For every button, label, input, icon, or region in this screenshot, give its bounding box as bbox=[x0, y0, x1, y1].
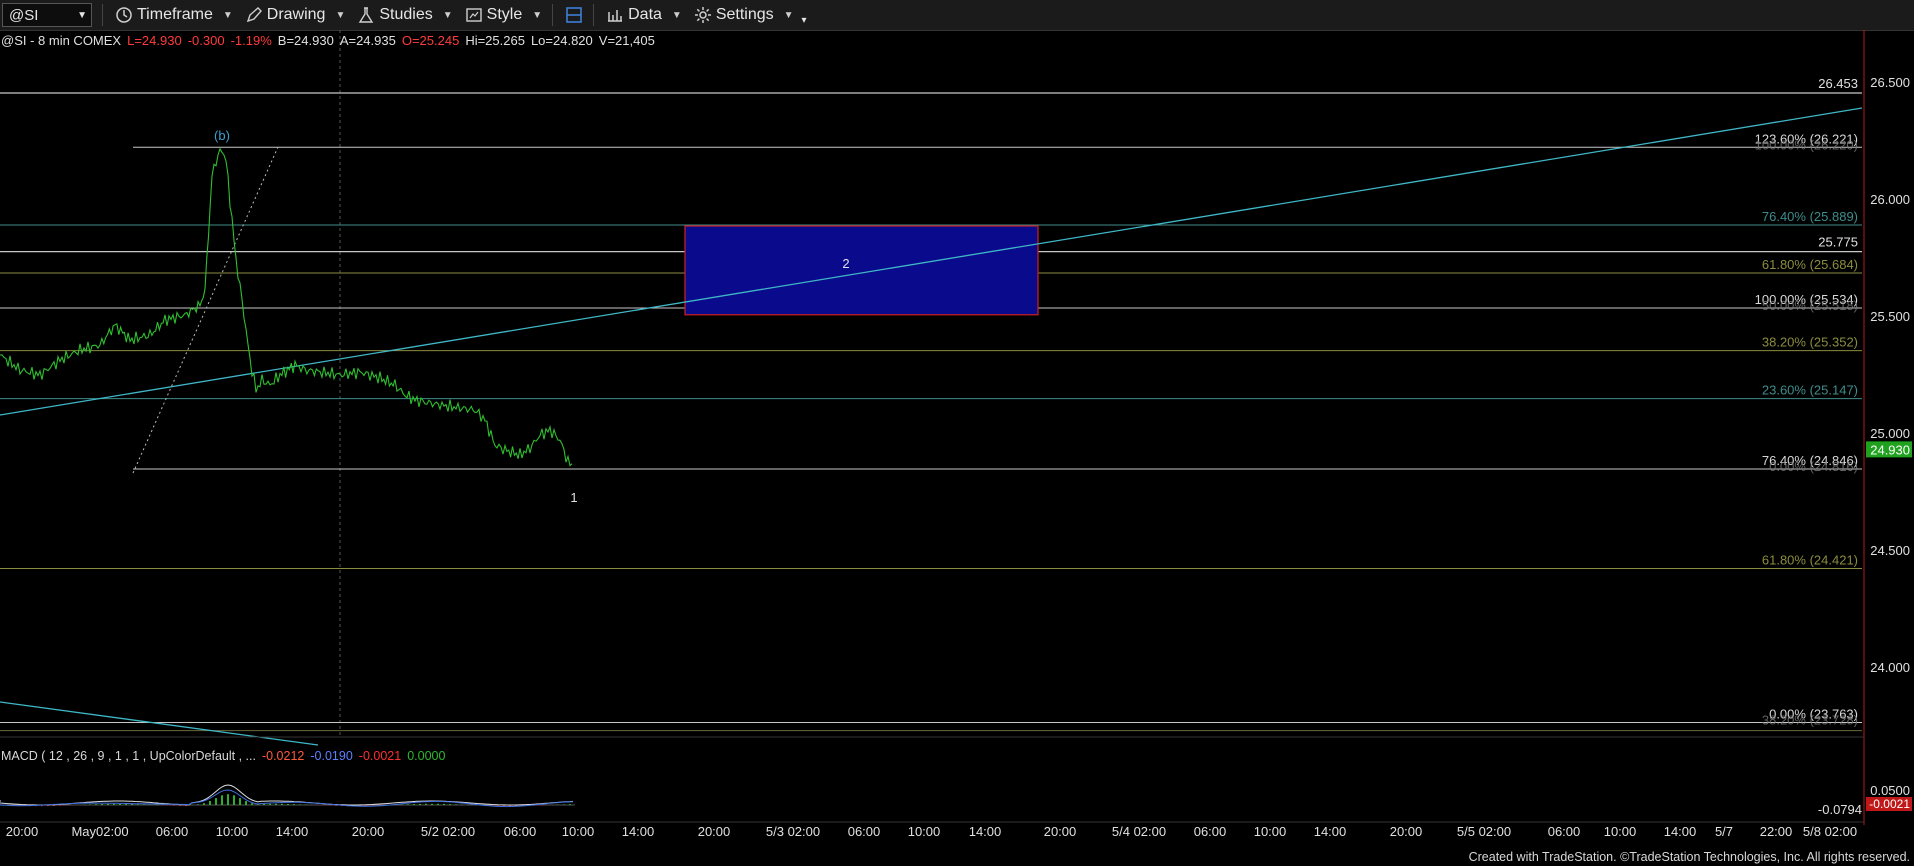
macd-last-label: -0.0021 bbox=[1869, 797, 1910, 811]
symbol-title: @SI - 8 min COMEX bbox=[1, 33, 122, 48]
time-tick-label: 5/3 02:00 bbox=[766, 824, 820, 839]
time-tick-label: 06:00 bbox=[1548, 824, 1581, 839]
price-tick-label: 26.500 bbox=[1870, 75, 1910, 90]
fib-level-label: 38.20% (25.352) bbox=[1762, 335, 1858, 350]
macd-zero: 0.0000 bbox=[407, 749, 446, 763]
time-tick-label: 14:00 bbox=[1664, 824, 1697, 839]
time-tick-label: 5/2 02:00 bbox=[421, 824, 475, 839]
macd-diff: -0.0021 bbox=[358, 749, 402, 763]
macd-axis-label: 0.0500 bbox=[1870, 783, 1910, 798]
trendline bbox=[0, 107, 1863, 416]
time-tick-label: 20:00 bbox=[1044, 824, 1077, 839]
time-tick-label: 14:00 bbox=[622, 824, 655, 839]
macd-axis-label: -0.0794 bbox=[1818, 802, 1862, 817]
fib-level-overlay-label: 50.00% (25.518) bbox=[1762, 298, 1858, 313]
time-tick-label: 10:00 bbox=[908, 824, 941, 839]
fib-levels: 26.45325.775123.60% (26.221)100.00% (26.… bbox=[0, 76, 1862, 732]
time-tick-label: 06:00 bbox=[156, 824, 189, 839]
time-tick-label: 20:00 bbox=[1390, 824, 1423, 839]
fib-level-overlay-label: 0.00% (24.816) bbox=[1769, 459, 1858, 474]
fib-level-label: 61.80% (25.684) bbox=[1762, 257, 1858, 272]
wave-label: 1 bbox=[570, 490, 577, 505]
pct-change: -1.19% bbox=[230, 33, 272, 48]
open-price: O=25.245 bbox=[401, 33, 460, 48]
macd-panel: 0.0500-0.0021 -0.0794 bbox=[0, 783, 1912, 817]
time-tick-label: 22:00 bbox=[1760, 824, 1793, 839]
time-tick-label: 5/4 02:00 bbox=[1112, 824, 1166, 839]
time-tick-label: 20:00 bbox=[352, 824, 385, 839]
fib-level-label: 23.60% (25.147) bbox=[1762, 383, 1858, 398]
net-change: -0.300 bbox=[187, 33, 225, 48]
time-tick-label: 20:00 bbox=[698, 824, 731, 839]
macd-label: MACD ( 12 , 26 , 9 , 1 , 1 , UpColorDefa… bbox=[1, 749, 445, 763]
time-tick-label: 14:00 bbox=[969, 824, 1002, 839]
last-price: L=24.930 bbox=[127, 33, 182, 48]
copyright-footer: Created with TradeStation. ©TradeStation… bbox=[1468, 850, 1910, 864]
time-tick-label: 14:00 bbox=[276, 824, 309, 839]
time-tick-label: 10:00 bbox=[562, 824, 595, 839]
high-price: Hi=25.265 bbox=[465, 33, 525, 48]
fib-level-overlay-label: 100.00% (26.220) bbox=[1755, 137, 1858, 152]
time-tick-label: 10:00 bbox=[1604, 824, 1637, 839]
time-tick-label: 10:00 bbox=[1254, 824, 1287, 839]
price-tick-label: 24.500 bbox=[1870, 543, 1910, 558]
time-tick-label: 06:00 bbox=[504, 824, 537, 839]
last-price-label: 24.930 bbox=[1870, 442, 1910, 457]
price-tick-label: 26.000 bbox=[1870, 192, 1910, 207]
price-level-label: 26.453 bbox=[1818, 76, 1858, 91]
volume: V=21,405 bbox=[598, 33, 655, 48]
time-tick-label: 06:00 bbox=[1194, 824, 1227, 839]
time-tick-label: 5/7 bbox=[1715, 824, 1733, 839]
fib-level-overlay-label: 38.20% (23.728) bbox=[1762, 712, 1858, 727]
time-tick-label: 20:00 bbox=[6, 824, 39, 839]
price-series bbox=[0, 147, 573, 467]
trendlines bbox=[0, 107, 1863, 746]
target-box bbox=[684, 225, 1039, 316]
price-tick-label: 24.000 bbox=[1870, 660, 1910, 675]
price-line bbox=[0, 147, 573, 467]
macd-title: MACD ( 12 , 26 , 9 , 1 , 1 , UpColorDefa… bbox=[1, 749, 256, 763]
symbol-info-line: @SI - 8 min COMEX L=24.930 -0.300 -1.19% B=2… bbox=[1, 33, 661, 48]
time-tick-label: May02:00 bbox=[71, 824, 128, 839]
price-tick-label: 25.000 bbox=[1870, 426, 1910, 441]
bid-price: B=24.930 bbox=[277, 33, 334, 48]
fib-level-label: 76.40% (25.889) bbox=[1762, 209, 1858, 224]
low-price: Lo=24.820 bbox=[530, 33, 593, 48]
time-tick-label: 06:00 bbox=[848, 824, 881, 839]
time-tick-label: 14:00 bbox=[1314, 824, 1347, 839]
projection-line bbox=[132, 146, 279, 474]
time-tick-label: 10:00 bbox=[216, 824, 249, 839]
price-level-label: 25.775 bbox=[1818, 235, 1858, 250]
fib-level-label: 61.80% (24.421) bbox=[1762, 552, 1858, 567]
macd-avg: -0.0190 bbox=[310, 749, 353, 763]
target-box-group bbox=[684, 225, 1039, 316]
macd-value: -0.0212 bbox=[261, 749, 305, 763]
wave-label: 2 bbox=[842, 256, 849, 271]
price-tick-label: 25.500 bbox=[1870, 309, 1910, 324]
wave-label: (b) bbox=[214, 128, 230, 143]
trendline-lower bbox=[0, 701, 319, 746]
ask-price: A=24.935 bbox=[339, 33, 396, 48]
time-tick-label: 5/8 02:00 bbox=[1803, 824, 1857, 839]
wave-labels: (b) 2 1 bbox=[214, 128, 850, 505]
price-axis: 26.500 26.000 25.500 25.000 24.500 24.000 24.9… bbox=[0, 30, 1912, 825]
time-tick-label: 5/5 02:00 bbox=[1457, 824, 1511, 839]
price-chart[interactable]: 26.45325.775123.60% (26.221)100.00% (26.… bbox=[0, 0, 1914, 866]
time-axis: 20:00 May02:00 06:00 10:00 14:00 20:00 5/2 02:… bbox=[6, 824, 1857, 839]
